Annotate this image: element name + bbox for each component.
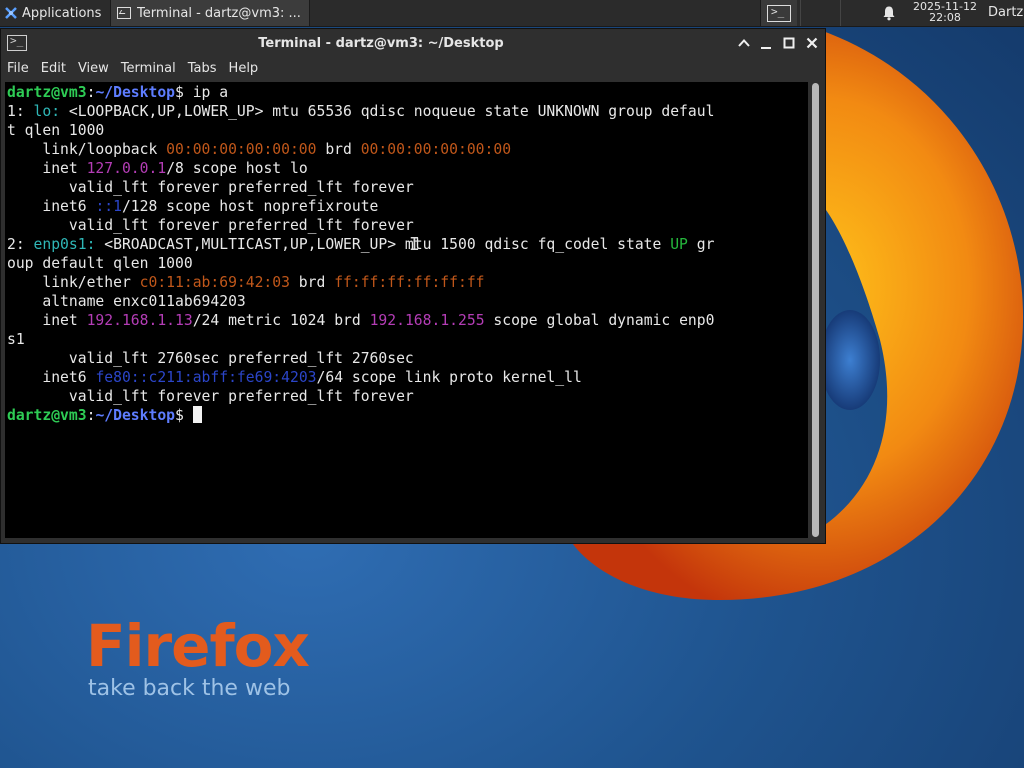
applications-menu-button[interactable]: Applications [0,0,112,26]
user-menu[interactable]: Dartz [988,5,1023,20]
menu-tabs[interactable]: Tabs [182,59,223,81]
output-line: t qlen 1000 [7,122,105,139]
menu-terminal[interactable]: Terminal [115,59,182,81]
menu-edit[interactable]: Edit [35,59,72,81]
taskbar-terminal-button[interactable]: Terminal - dartz@vm3: ... [110,0,310,26]
clock-time: 22:08 [929,11,961,24]
mac-address: c0:11:ab:69:42:03 [139,274,290,291]
maximize-icon[interactable] [781,35,797,51]
menu-view[interactable]: View [72,59,115,81]
prompt-user-host: dartz@vm3 [7,407,87,424]
ipv4-broadcast: 192.168.1.255 [369,312,485,329]
scrollbar-thumb[interactable] [812,83,819,537]
terminal-output[interactable]: dartz@vm3:~/Desktop$ ip a 1: lo: <LOOPBA… [5,82,808,538]
prompt-line: dartz@vm3:~/Desktop$ ip a [7,84,229,101]
ipv4-address: 192.168.1.13 [86,312,193,329]
mac-broadcast: 00:00:00:00:00:00 [360,141,512,158]
ipv6-address: fe80::c211:abff:fe69:4203 [95,369,317,386]
mouse-ibeam-cursor-icon: I [409,234,420,255]
minimize-icon[interactable] [758,35,774,51]
prompt-line: dartz@vm3:~/Desktop$ [7,406,808,425]
close-icon[interactable] [804,35,820,51]
panel-clock[interactable]: 2025-11-12 22:08 [905,1,985,23]
chevron-up-icon[interactable] [736,35,752,51]
terminal-launcher-button[interactable]: >_ [760,0,797,26]
taskbar-terminal-label: Terminal - dartz@vm3: ... [137,5,301,21]
wallpaper-brand: Firefox [86,612,310,680]
prompt-user-host: dartz@vm3 [7,84,87,101]
window-titlebar[interactable]: >_ Terminal - dartz@vm3: ~/Desktop [1,29,825,59]
output-line: inet 127.0.0.1/8 scope host lo [7,160,308,177]
panel-separator [840,0,841,26]
menu-help[interactable]: Help [223,59,265,81]
output-line: 1: lo: <LOOPBACK,UP,LOWER_UP> mtu 65536 … [7,103,715,120]
xfce-logo-icon [5,7,17,19]
mac-address: 00:00:00:00:00:00 [166,141,317,158]
menu-file[interactable]: File [1,59,35,81]
terminal-window: >_ Terminal - dartz@vm3: ~/Desktop File … [0,28,826,544]
interface-name: lo: [33,103,61,120]
window-title: Terminal - dartz@vm3: ~/Desktop [258,36,504,51]
output-line: valid_lft forever preferred_lft forever [7,179,414,196]
prompt-path: ~/Desktop [95,84,176,101]
top-panel: Applications Terminal - dartz@vm3: ... >… [0,0,1024,27]
output-line: 2: enp0s1: <BROADCAST,MULTICAST,UP,LOWER… [7,236,715,253]
output-line: s1 [7,331,25,348]
output-line: oup default qlen 1000 [7,255,193,272]
state-up: UP [670,236,688,253]
prompt-command: ip a [192,84,229,101]
mac-broadcast: ff:ff:ff:ff:ff:ff [334,274,485,291]
window-menubar: File Edit View Terminal Tabs Help [1,59,825,81]
applications-label: Applications [22,5,102,21]
output-line: inet 192.168.1.13/24 metric 1024 brd 192… [7,312,715,329]
output-line: inet6 ::1/128 scope host noprefixroute [7,198,379,215]
interface-name: enp0s1: [33,236,96,253]
output-line: link/loopback 00:00:00:00:00:00 brd 00:0… [7,141,512,158]
notification-bell-icon[interactable] [881,5,897,21]
output-line: inet6 fe80::c211:abff:fe69:4203/64 scope… [7,369,582,386]
terminal-icon [117,7,131,19]
ipv6-address: ::1 [95,198,122,215]
terminal-icon: >_ [767,4,791,22]
text-cursor [192,406,202,423]
output-line: altname enxc011ab694203 [7,293,246,310]
panel-separator [800,0,801,26]
output-line: valid_lft forever preferred_lft forever [7,217,414,234]
terminal-scrollbar[interactable] [810,83,822,537]
prompt-path: ~/Desktop [95,407,176,424]
wallpaper-tagline: take back the web [88,676,291,701]
output-line: valid_lft 2760sec preferred_lft 2760sec [7,350,414,367]
output-line: link/ether c0:11:ab:69:42:03 brd ff:ff:f… [7,274,485,291]
ipv4-address: 127.0.0.1 [86,160,167,177]
output-line: valid_lft forever preferred_lft forever [7,388,414,405]
